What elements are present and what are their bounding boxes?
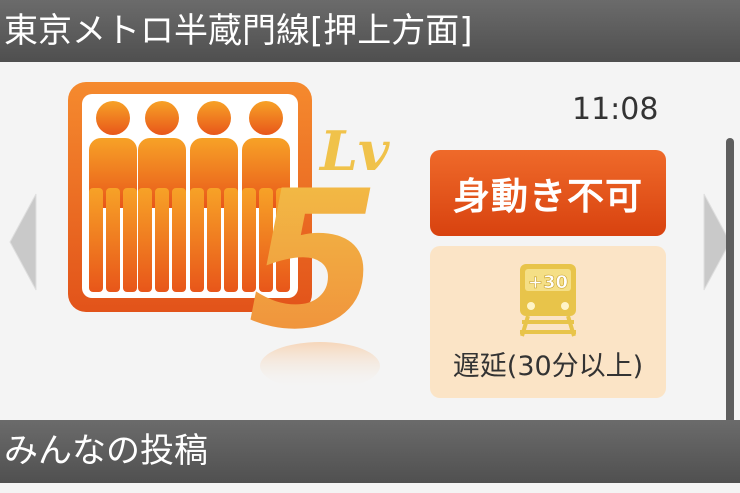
level-reflection xyxy=(260,342,380,390)
posts-section-header: みんなの投稿 xyxy=(0,420,740,483)
posts-section-title: みんなの投稿 xyxy=(4,431,208,471)
congestion-status-badge: 身動き不可 xyxy=(430,150,666,236)
train-delay-icon: +30 xyxy=(518,262,578,342)
delay-icon-text: +30 xyxy=(528,272,568,293)
delay-panel: +30 遅延(30分以上) xyxy=(430,246,666,398)
line-title-bar: 東京メトロ半蔵門線[押上方面] xyxy=(0,0,740,62)
level-number: 5 xyxy=(248,150,380,371)
status-time: 11:08 xyxy=(572,92,659,127)
content-area xyxy=(0,483,740,493)
congestion-status-label: 身動き不可 xyxy=(453,175,643,218)
congestion-level-graphic: Lv 5 xyxy=(240,108,410,402)
line-title: 東京メトロ半蔵門線[押上方面] xyxy=(4,11,473,51)
chevron-left-icon[interactable] xyxy=(8,192,38,296)
delay-label: 遅延(30分以上) xyxy=(452,351,644,382)
